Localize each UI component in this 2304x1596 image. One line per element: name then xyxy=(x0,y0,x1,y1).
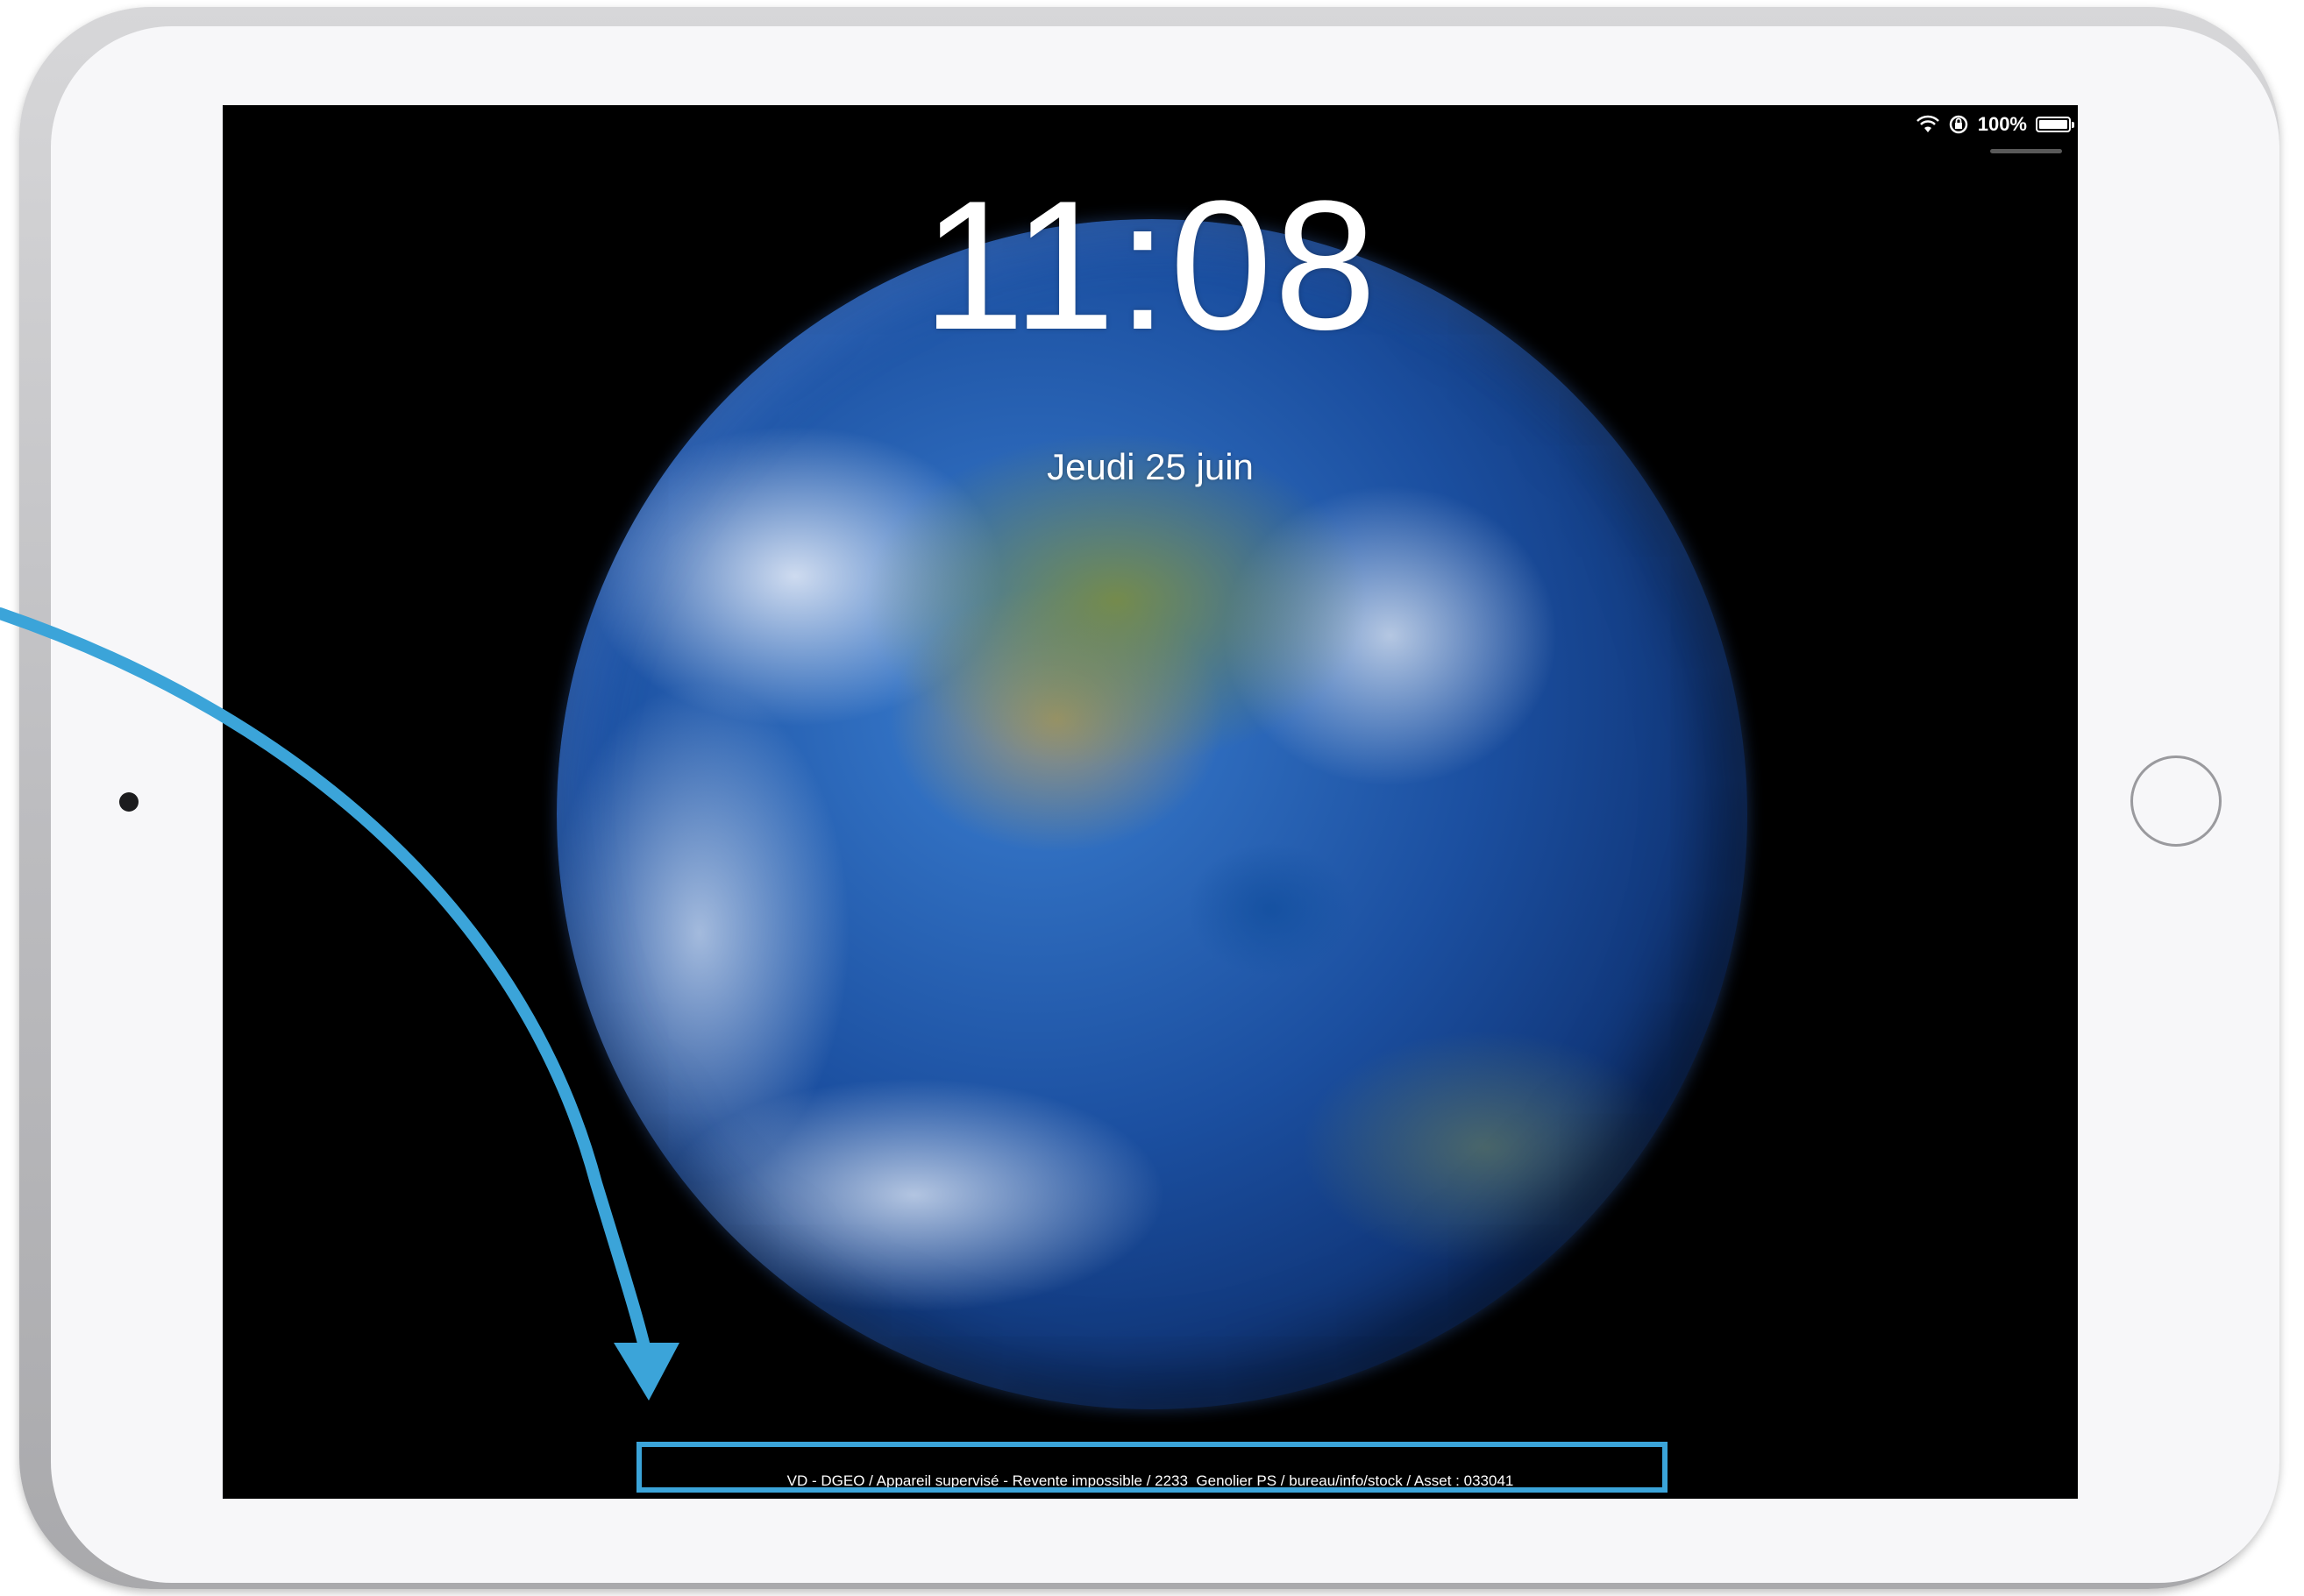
lock-screen: 100% 11:08 Jeudi 25 juin VD - DGEO / App… xyxy=(223,105,2078,1499)
earth-wallpaper xyxy=(557,219,1747,1409)
status-bar: 100% xyxy=(1916,110,2074,138)
lock-screen-footnote: VD - DGEO / Appareil supervisé - Revente… xyxy=(786,1472,1514,1489)
battery-fill xyxy=(2039,120,2067,129)
battery-percentage: 100% xyxy=(1977,113,2027,135)
wifi-icon xyxy=(1916,115,1939,132)
front-camera-icon xyxy=(119,792,139,812)
orientation-lock-icon xyxy=(1949,115,1967,134)
screenshot-stage: 100% 11:08 Jeudi 25 juin VD - DGEO / App… xyxy=(0,0,2304,1596)
battery-icon xyxy=(2036,117,2074,132)
battery-cap xyxy=(2072,122,2074,128)
lock-screen-clock: 11:08 xyxy=(922,162,1378,368)
home-button[interactable] xyxy=(2130,755,2222,847)
lock-screen-date: Jeudi 25 juin xyxy=(1047,446,1254,487)
control-center-grabber[interactable] xyxy=(1990,149,2062,153)
